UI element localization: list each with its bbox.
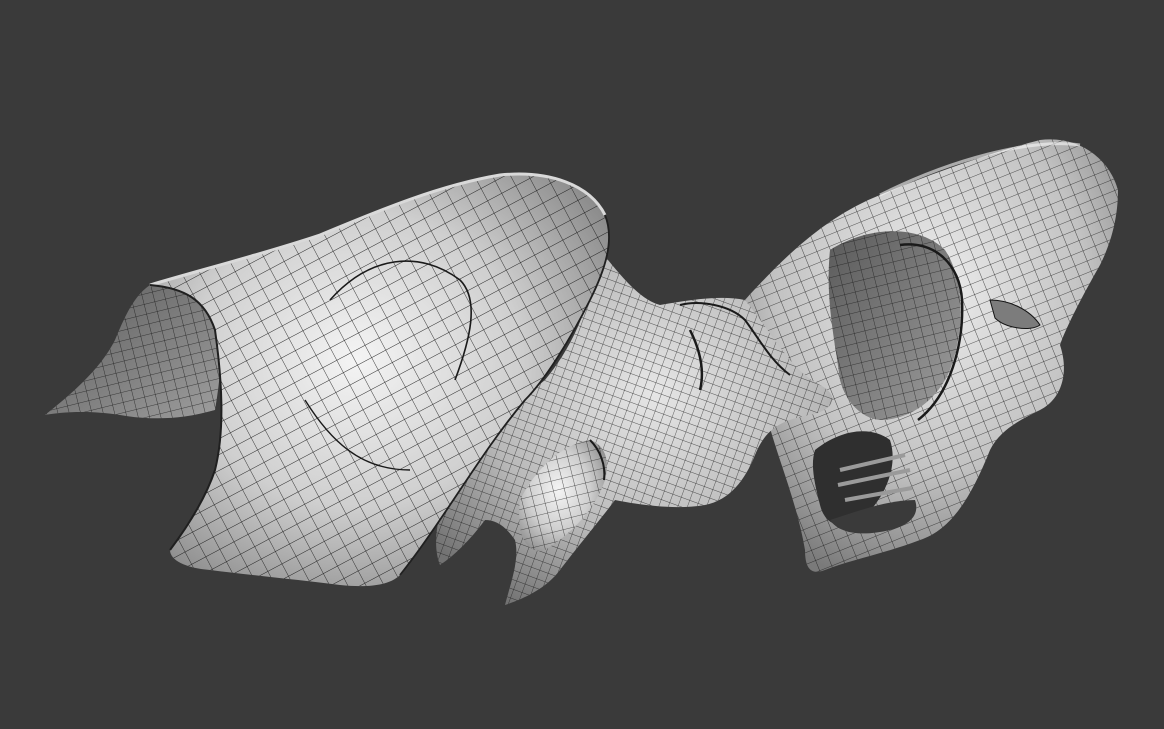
viewport-canvas[interactable] <box>0 0 1164 729</box>
3d-viewport[interactable] <box>0 0 1164 729</box>
rear-tail-part[interactable] <box>744 139 1118 572</box>
